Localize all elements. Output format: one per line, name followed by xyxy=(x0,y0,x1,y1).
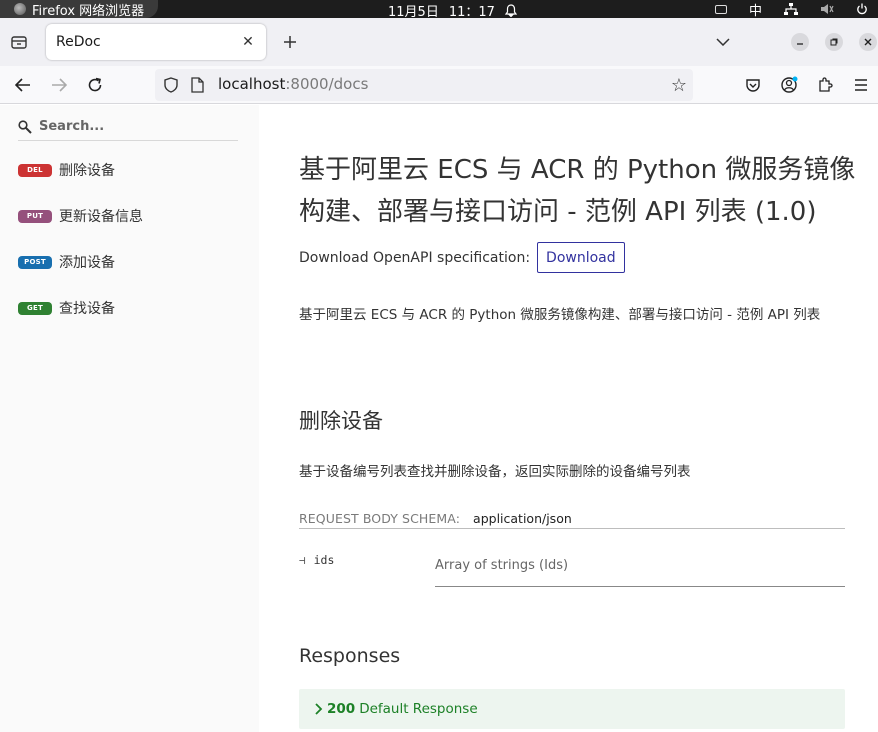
restore-icon xyxy=(830,38,838,46)
active-app-indicator[interactable]: Firefox 网络浏览器 xyxy=(0,0,159,19)
method-badge-del: DEL xyxy=(18,163,52,177)
request-body-schema: REQUEST BODY SCHEMA: application/json xyxy=(299,509,845,529)
tab-redoc[interactable]: ReDoc ✕ xyxy=(46,24,266,60)
firefox-view-icon xyxy=(11,36,27,49)
page-info-icon[interactable] xyxy=(191,77,204,93)
response-code: 200 xyxy=(327,701,356,717)
forward-button[interactable] xyxy=(47,73,71,97)
sidebar-item-find-device[interactable]: GET 查找设备 xyxy=(18,296,115,320)
tab-title: ReDoc xyxy=(56,34,101,50)
active-app-name: Firefox 网络浏览器 xyxy=(32,3,145,19)
sidebar-item-delete-device[interactable]: DEL 删除设备 xyxy=(18,158,115,182)
list-all-tabs-button[interactable] xyxy=(712,32,734,52)
method-badge-get: GET xyxy=(18,301,52,315)
operation-description: 基于设备编号列表查找并删除设备，返回实际删除的设备编号列表 xyxy=(299,464,691,480)
method-badge-post: POST xyxy=(18,255,52,269)
firefox-icon xyxy=(14,3,26,15)
download-row: Download OpenAPI specification: Download xyxy=(299,242,625,273)
sidebar-item-label: 删除设备 xyxy=(59,163,115,179)
download-button[interactable]: Download xyxy=(537,242,625,273)
url-host: localhost xyxy=(218,75,286,93)
response-200-toggle[interactable]: 200 Default Response xyxy=(299,689,845,729)
new-tab-button[interactable] xyxy=(278,30,302,54)
url-path: :8000/docs xyxy=(285,75,369,93)
close-window-button[interactable] xyxy=(859,33,877,51)
keyboard-icon xyxy=(714,4,727,14)
arrow-left-icon xyxy=(15,78,30,92)
reload-button[interactable] xyxy=(83,73,107,97)
param-name-row: ⊣ ids xyxy=(299,553,334,567)
bookmark-star-icon[interactable]: ☆ xyxy=(671,75,687,96)
sidebar-item-label: 添加设备 xyxy=(59,255,115,271)
account-button[interactable] xyxy=(777,73,801,97)
redoc-main-content: 基于阿里云 ECS 与 ACR 的 Python 微服务镜像构建、部署与接口访问… xyxy=(259,105,878,732)
search-box[interactable] xyxy=(18,113,238,141)
arrow-right-icon xyxy=(52,78,67,92)
input-method-indicator: 中 xyxy=(748,3,762,19)
sidebar-item-label: 更新设备信息 xyxy=(59,209,143,225)
extensions-button[interactable] xyxy=(813,73,837,97)
os-top-bar: Firefox 网络浏览器 11月5日 11：17 中 xyxy=(0,0,878,20)
restore-button[interactable] xyxy=(825,33,843,51)
network-icon xyxy=(784,3,798,15)
account-icon xyxy=(781,76,798,93)
tab-close-icon[interactable]: ✕ xyxy=(238,32,258,52)
back-button[interactable] xyxy=(11,73,35,97)
menu-button[interactable] xyxy=(849,73,873,97)
pocket-icon xyxy=(746,78,760,92)
hamburger-icon xyxy=(855,79,867,91)
volume-icon xyxy=(821,4,834,14)
redoc-sidebar: DEL 删除设备 PUT 更新设备信息 POST 添加设备 GET 查找设备 xyxy=(0,105,259,732)
schema-label: REQUEST BODY SCHEMA: xyxy=(299,511,461,526)
power-icon xyxy=(857,3,867,15)
url-bar[interactable]: localhost:8000/docs ☆ xyxy=(155,69,693,101)
close-icon xyxy=(864,38,872,46)
puzzle-icon xyxy=(819,77,833,92)
download-label: Download OpenAPI specification: xyxy=(299,249,531,266)
plus-icon xyxy=(284,36,296,48)
firefox-view-button[interactable] xyxy=(8,31,30,53)
tab-strip: ReDoc ✕ xyxy=(0,18,878,66)
param-name: ids xyxy=(313,553,335,567)
os-status-area[interactable]: 中 xyxy=(714,0,868,19)
chevron-right-icon xyxy=(315,703,323,715)
navigation-toolbar: localhost:8000/docs ☆ xyxy=(0,66,878,104)
pocket-button[interactable] xyxy=(741,73,765,97)
chevron-down-icon xyxy=(716,38,730,46)
sidebar-item-add-device[interactable]: POST 添加设备 xyxy=(18,250,115,274)
schema-content-type[interactable]: application/json xyxy=(473,511,572,526)
api-title: 基于阿里云 ECS 与 ACR 的 Python 微服务镜像构建、部署与接口访问… xyxy=(299,155,856,227)
shield-icon[interactable] xyxy=(163,77,179,93)
bell-icon xyxy=(504,4,517,17)
sidebar-item-label: 查找设备 xyxy=(59,301,115,317)
minimize-icon xyxy=(797,43,803,45)
response-label: Default Response xyxy=(359,701,478,717)
method-badge-put: PUT xyxy=(18,209,52,223)
url-text[interactable]: localhost:8000/docs xyxy=(218,75,368,93)
sidebar-item-update-device[interactable]: PUT 更新设备信息 xyxy=(18,204,143,228)
tree-branch-icon: ⊣ xyxy=(299,553,306,567)
minimize-button[interactable] xyxy=(791,33,809,51)
responses-title: Responses xyxy=(299,645,401,667)
api-description: 基于阿里云 ECS 与 ACR 的 Python 微服务镜像构建、部署与接口访问… xyxy=(299,307,821,323)
reload-icon xyxy=(88,77,102,92)
search-input[interactable] xyxy=(39,119,229,134)
operation-title: 删除设备 xyxy=(299,409,383,433)
search-icon xyxy=(18,119,32,134)
param-type: Array of strings (Ids) xyxy=(435,558,845,587)
